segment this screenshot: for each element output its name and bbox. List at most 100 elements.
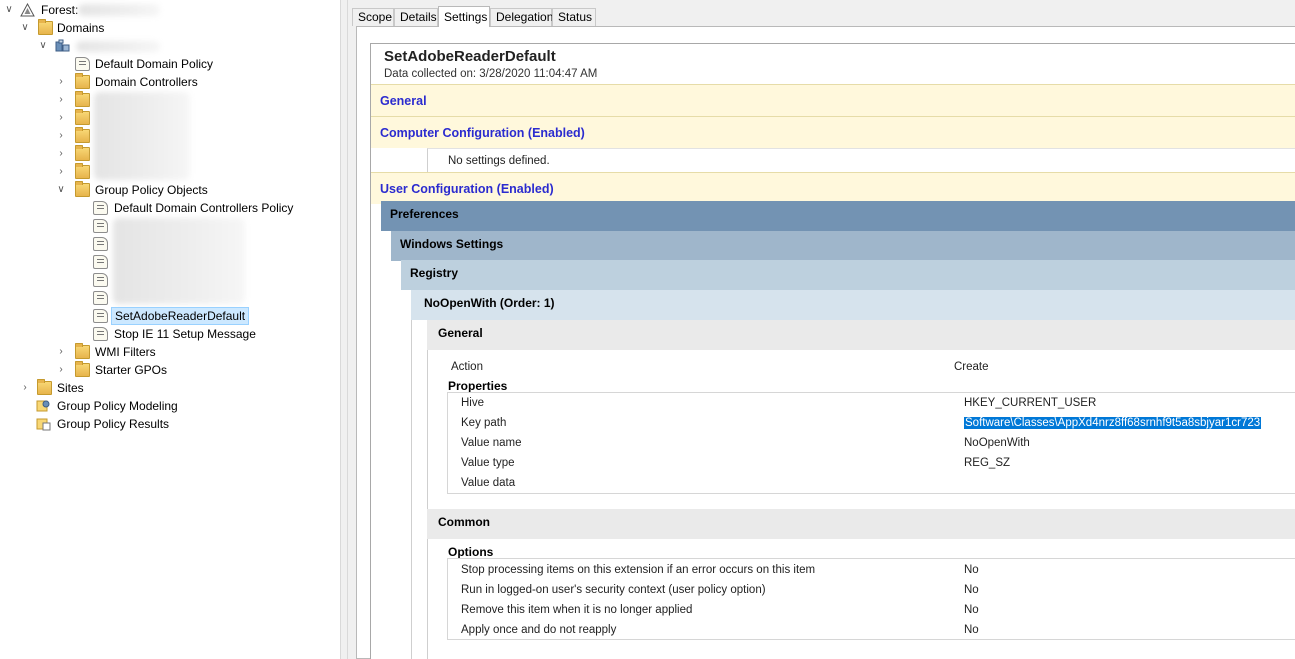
opt-stop-processing-label: Stop processing items on this extension … (461, 564, 816, 576)
gpo-icon (93, 219, 108, 233)
chevron-down-icon[interactable]: ∨ (56, 181, 66, 199)
opt-stop-processing-value: No (964, 564, 979, 576)
section-windows-settings[interactable]: Windows Settings (391, 231, 1295, 261)
tab-delegation[interactable]: Delegation (490, 8, 553, 26)
ou-folder-icon (75, 163, 90, 179)
domains-folder-icon (38, 19, 53, 35)
modeling-icon (36, 399, 51, 413)
ou-folder-icon (75, 109, 90, 125)
indent-guide (411, 320, 412, 659)
tree-label: SetAdobeReaderDefault (111, 307, 250, 325)
action-value: Create (954, 361, 989, 373)
section-registry[interactable]: Registry (401, 260, 1295, 290)
chevron-down-icon[interactable]: ∨ (20, 19, 30, 37)
redacted-domain-name (76, 41, 160, 52)
tab-settings[interactable]: Settings (438, 6, 490, 27)
tree-label: Stop IE 11 Setup Message (114, 327, 256, 341)
action-label: Action (451, 361, 483, 373)
ou-folder-icon (75, 73, 90, 89)
gpo-icon (93, 237, 108, 251)
sites-folder-icon (37, 379, 52, 395)
section-user-configuration[interactable]: User Configuration (Enabled) (371, 172, 1295, 204)
tree-label: Sites (57, 381, 84, 395)
forest-icon (20, 2, 35, 17)
tree-label: Default Domain Policy (95, 57, 214, 71)
settings-report: SetAdobeReaderDefault Data collected on:… (370, 43, 1295, 659)
prop-hive-label: Hive (461, 397, 485, 409)
properties-box (447, 392, 1295, 494)
domain-icon (55, 39, 70, 53)
wmi-folder-icon (75, 343, 90, 359)
prop-valuetype-label: Value type (461, 457, 515, 469)
ou-folder-icon (75, 145, 90, 161)
section-preferences[interactable]: Preferences (381, 201, 1295, 231)
chevron-down-icon[interactable]: ∨ (4, 1, 14, 19)
section-registry-item[interactable]: NoOpenWith (Order: 1) (411, 290, 1295, 320)
tree-label: Domain Controllers (95, 75, 198, 89)
chevron-right-icon[interactable]: › (56, 109, 66, 127)
options-heading: Options (448, 545, 494, 559)
gpo-folder-icon (75, 181, 90, 197)
redacted-forest-name (78, 4, 160, 16)
pane-splitter[interactable] (340, 0, 348, 659)
console-tree: ∨ Forest: ∨ Domains ∨ Default Domain Pol… (0, 0, 340, 659)
tab-status[interactable]: Status (552, 8, 596, 26)
prop-hive-value: HKEY_CURRENT_USER (964, 397, 1097, 409)
indent-guide (427, 320, 428, 659)
gpo-link-icon (75, 57, 90, 71)
gpo-icon (93, 255, 108, 269)
prop-keypath-label: Key path (461, 417, 507, 429)
item-general-header[interactable]: General (427, 320, 1295, 350)
prop-valuetype-value: REG_SZ (964, 457, 1011, 469)
ou-folder-icon (75, 127, 90, 143)
report-collected-date: Data collected on: 3/28/2020 11:04:47 AM (384, 68, 598, 80)
ou-folder-icon (75, 91, 90, 107)
common-header[interactable]: Common (427, 509, 1295, 539)
gpo-icon (93, 201, 108, 215)
details-pane: Scope Details Settings Delegation Status… (348, 0, 1295, 659)
tab-scope[interactable]: Scope (352, 8, 394, 26)
starter-gpo-folder-icon (75, 361, 90, 377)
opt-remove-label: Remove this item when it is no longer ap… (461, 604, 693, 616)
results-icon (36, 417, 51, 431)
chevron-right-icon[interactable]: › (56, 127, 66, 145)
opt-remove-value: No (964, 604, 979, 616)
chevron-down-icon[interactable]: ∨ (38, 37, 48, 55)
prop-valuename-label: Value name (461, 437, 522, 449)
section-computer-configuration[interactable]: Computer Configuration (Enabled) (371, 116, 1295, 148)
chevron-right-icon[interactable]: › (20, 379, 30, 397)
chevron-right-icon[interactable]: › (56, 73, 66, 91)
no-settings-text: No settings defined. (427, 148, 1295, 172)
opt-user-context-value: No (964, 584, 979, 596)
chevron-right-icon[interactable]: › (56, 361, 66, 379)
tree-label: Default Domain Controllers Policy (114, 201, 294, 215)
opt-apply-once-label: Apply once and do not reapply (461, 624, 617, 636)
chevron-right-icon[interactable]: › (56, 343, 66, 361)
properties-heading: Properties (448, 379, 508, 393)
section-general[interactable]: General (371, 84, 1295, 116)
tree-label: Group Policy Objects (95, 183, 208, 197)
tree-label: Starter GPOs (95, 363, 168, 377)
tree-label-domains: Domains (57, 21, 105, 35)
redacted-gpo-names (113, 218, 245, 304)
selected-text[interactable]: Software\Classes\AppXd4nrz8ff68srnhf9t5a… (964, 417, 1262, 429)
chevron-right-icon[interactable]: › (56, 145, 66, 163)
settings-content: SetAdobeReaderDefault Data collected on:… (356, 26, 1295, 659)
redacted-ou-names (94, 92, 190, 180)
gpo-icon (93, 291, 108, 305)
prop-keypath-value[interactable]: Software\Classes\AppXd4nrz8ff68srnhf9t5a… (964, 417, 1262, 429)
tree-label-forest: Forest: (41, 3, 79, 17)
prop-valuename-value: NoOpenWith (964, 437, 1030, 449)
report-title: SetAdobeReaderDefault (384, 48, 556, 65)
gpo-icon (93, 327, 108, 341)
prop-valuedata-label: Value data (461, 477, 516, 489)
gpo-icon (93, 309, 108, 323)
chevron-right-icon[interactable]: › (56, 91, 66, 109)
gpo-icon (93, 273, 108, 287)
tree-label: WMI Filters (95, 345, 156, 359)
chevron-right-icon[interactable]: › (56, 163, 66, 181)
tab-details[interactable]: Details (394, 8, 438, 26)
tree-label: Group Policy Modeling (57, 399, 178, 413)
opt-apply-once-value: No (964, 624, 979, 636)
opt-user-context-label: Run in logged-on user's security context… (461, 584, 766, 596)
